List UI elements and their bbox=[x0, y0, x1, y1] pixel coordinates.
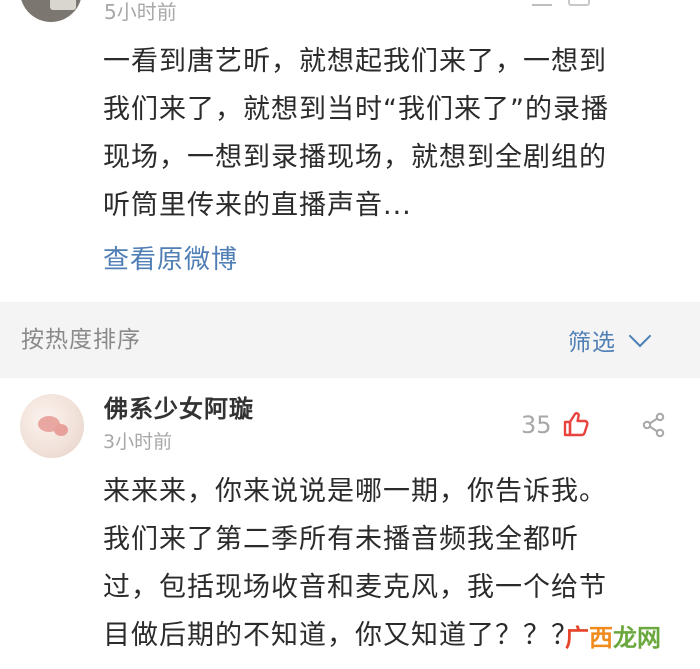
filter-label: 筛选 bbox=[568, 330, 616, 356]
sort-by-hot-button[interactable]: 按热度排序 bbox=[21, 322, 141, 358]
view-original-weibo-link[interactable]: 查看原微博 bbox=[103, 240, 238, 280]
post-text-line: 现场，一想到录播现场，就想到全剧组的 bbox=[103, 142, 607, 173]
post-body: 一看到唐艺昕，就想起我们来了，一想到 我们来了，就想到当时“我们来了”的录播 现… bbox=[103, 38, 683, 230]
comment-time: 3小时前 bbox=[103, 431, 173, 453]
filter-button[interactable]: 筛选 bbox=[568, 322, 652, 358]
comment-icon[interactable] bbox=[532, 0, 552, 6]
commenter-avatar[interactable] bbox=[20, 394, 84, 458]
post-author-avatar[interactable] bbox=[20, 0, 82, 22]
thumbs-up-icon[interactable] bbox=[562, 410, 590, 438]
watermark-logo: 广 西 龙网 bbox=[565, 616, 695, 660]
comment-text-line: 过，包括现场收音和麦克风，我一个给节 bbox=[103, 572, 607, 603]
watermark-text: 广 bbox=[565, 624, 589, 652]
comment-sort-bar: 按热度排序 筛选 bbox=[0, 302, 700, 378]
weibo-post: 5小时前 一看到唐艺昕，就想起我们来了，一想到 我们来了，就想到当时“我们来了”… bbox=[0, 0, 700, 302]
chevron-down-icon bbox=[628, 324, 652, 348]
comment-text-line: 来来来，你来说说是哪一期，你告诉我。 bbox=[103, 476, 607, 507]
post-text-line: 听筒里传来的直播声音... bbox=[103, 190, 412, 221]
like-count: 35 bbox=[521, 411, 552, 439]
post-time: 5小时前 bbox=[104, 0, 177, 24]
watermark-text: 西 bbox=[589, 624, 613, 652]
post-text-line: 我们来了，就想到当时“我们来了”的录播 bbox=[103, 94, 609, 125]
post-text-line: 一看到唐艺昕，就想起我们来了，一想到 bbox=[103, 46, 607, 77]
repost-icon[interactable] bbox=[568, 0, 590, 6]
commenter-username[interactable]: 佛系少女阿璇 bbox=[104, 394, 254, 424]
comment-text-line: 我们来了第二季所有未播音频我全都听 bbox=[103, 524, 579, 555]
watermark-text: 龙网 bbox=[613, 624, 661, 652]
share-icon[interactable] bbox=[641, 412, 667, 438]
